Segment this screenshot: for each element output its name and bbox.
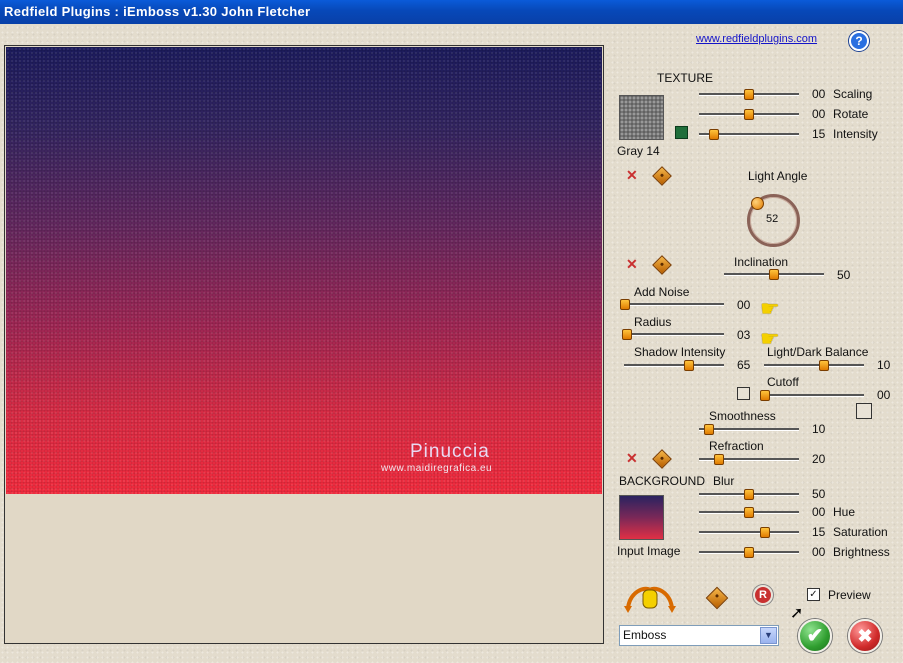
add-noise-label: Add Noise — [634, 285, 690, 299]
preview-checkbox[interactable]: ✓ — [807, 588, 820, 601]
saturation-label: Saturation — [833, 525, 888, 539]
inclination-reset-icon[interactable]: ✕ — [626, 257, 638, 271]
shadow-intensity-label: Shadow Intensity — [634, 345, 726, 359]
refraction-reset-icon[interactable]: ✕ — [626, 451, 638, 465]
add-noise-slider-track[interactable] — [624, 303, 724, 306]
light-angle-reset-icon[interactable]: ✕ — [626, 168, 638, 182]
light-dark-balance-label: Light/Dark Balance — [767, 345, 869, 359]
blur-label: Blur — [713, 474, 735, 488]
intensity-slider-thumb[interactable] — [709, 129, 719, 140]
hue-label: Hue — [833, 505, 856, 519]
radius-slider-track[interactable] — [624, 333, 724, 336]
brightness-value: 00 — [812, 545, 826, 559]
refraction-label: Refraction — [709, 439, 764, 453]
light-angle-value: 52 — [766, 213, 779, 225]
scaling-label: Scaling — [833, 87, 873, 101]
cutoff-light-color-box[interactable] — [856, 403, 872, 419]
rotate-value: 00 — [812, 107, 826, 121]
blur-value: 50 — [812, 487, 826, 501]
texture-heading: TEXTURE — [657, 71, 714, 85]
reset-button[interactable]: R — [753, 585, 773, 605]
intensity-value: 15 — [812, 127, 826, 141]
texture-name: Gray 14 — [617, 144, 660, 158]
hue-value: 00 — [812, 505, 826, 519]
mode-select[interactable]: Emboss ▼ — [619, 625, 779, 646]
smoothness-slider-thumb[interactable] — [704, 424, 714, 435]
cutoff-value: 00 — [877, 388, 891, 402]
website-link[interactable]: www.redfieldplugins.com — [696, 33, 817, 45]
refraction-value: 20 — [812, 452, 826, 466]
watermark-url: www.maidiregrafica.eu — [381, 463, 493, 474]
shadow-intensity-slider-track[interactable] — [624, 364, 724, 367]
smoothness-label: Smoothness — [709, 409, 776, 423]
watermark-name: Pinuccia — [410, 441, 490, 462]
pointing-hand-icon: ☛ — [760, 296, 780, 321]
background-source-label: Input Image — [617, 544, 681, 558]
rotate-slider-thumb[interactable] — [744, 109, 754, 120]
cutoff-dark-color-box[interactable] — [737, 387, 750, 400]
preview-image[interactable] — [6, 47, 602, 494]
light-angle-label: Light Angle — [748, 169, 808, 183]
shadow-intensity-slider-thumb[interactable] — [684, 360, 694, 371]
radius-value: 03 — [737, 328, 751, 342]
blur-slider-thumb[interactable] — [744, 489, 754, 500]
brightness-label: Brightness — [833, 545, 890, 559]
chevron-down-icon[interactable]: ▼ — [760, 627, 777, 644]
mode-select-value: Emboss — [623, 628, 667, 642]
background-swatch[interactable] — [619, 495, 664, 540]
hue-slider-thumb[interactable] — [744, 507, 754, 518]
saturation-value: 15 — [812, 525, 826, 539]
light-dark-balance-slider-thumb[interactable] — [819, 360, 829, 371]
add-noise-slider-thumb[interactable] — [620, 299, 630, 310]
saturation-slider-track[interactable] — [699, 531, 799, 534]
shadow-intensity-value: 65 — [737, 358, 751, 372]
scaling-slider-thumb[interactable] — [744, 89, 754, 100]
refraction-slider-thumb[interactable] — [714, 454, 724, 465]
add-noise-value: 00 — [737, 298, 751, 312]
smoothness-slider-track[interactable] — [699, 428, 799, 431]
preview-label: Preview — [828, 588, 871, 602]
radius-slider-thumb[interactable] — [622, 329, 632, 340]
intensity-label: Intensity — [833, 127, 878, 141]
light-angle-random-icon[interactable] — [652, 166, 672, 186]
inclination-value: 50 — [837, 268, 851, 282]
inclination-slider-thumb[interactable] — [769, 269, 779, 280]
cancel-button[interactable]: ✖ — [848, 619, 882, 653]
texture-swatch[interactable] — [619, 95, 664, 140]
scaling-value: 00 — [812, 87, 826, 101]
saturation-slider-thumb[interactable] — [760, 527, 770, 538]
inclination-random-icon[interactable] — [652, 255, 672, 275]
light-dark-balance-slider-track[interactable] — [764, 364, 864, 367]
randomize-all-icon[interactable] — [705, 586, 729, 610]
cutoff-slider-track[interactable] — [764, 394, 864, 397]
window-title: Redfield Plugins : iEmboss v1.30 John Fl… — [0, 0, 903, 24]
help-icon[interactable]: ? — [849, 31, 869, 51]
light-angle-knob[interactable] — [751, 197, 764, 210]
cutoff-label: Cutoff — [767, 375, 799, 389]
cutoff-slider-thumb[interactable] — [760, 390, 770, 401]
smoothness-value: 10 — [812, 422, 826, 436]
rotate-label: Rotate — [833, 107, 869, 121]
mouse-cursor-icon: ➚ — [790, 605, 804, 622]
background-heading: BACKGROUND — [619, 474, 706, 488]
radius-label: Radius — [634, 315, 672, 329]
texture-invert-icon[interactable] — [675, 126, 688, 139]
brightness-slider-thumb[interactable] — [744, 547, 754, 558]
ok-button[interactable]: ✔ — [798, 619, 832, 653]
hand-arrows-icon[interactable] — [624, 582, 676, 614]
refraction-random-icon[interactable] — [652, 449, 672, 469]
light-dark-balance-value: 10 — [877, 358, 891, 372]
inclination-label: Inclination — [734, 255, 789, 269]
